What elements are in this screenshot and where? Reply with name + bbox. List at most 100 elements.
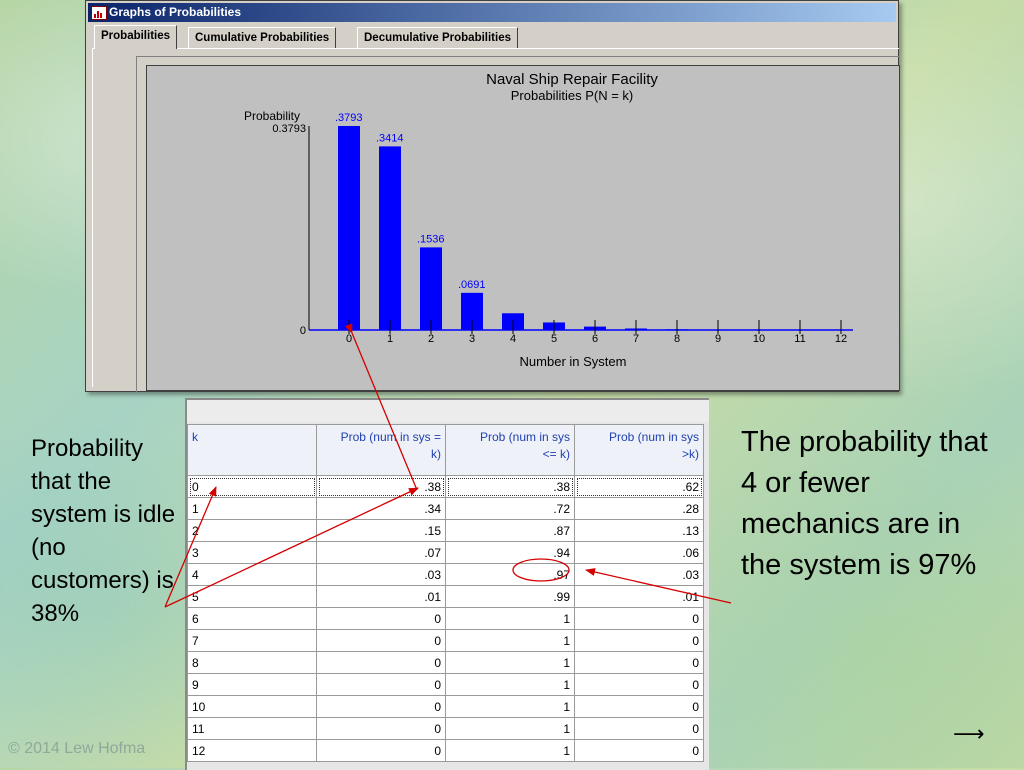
row-k-cell[interactable]: 11 bbox=[187, 717, 317, 740]
table-row[interactable]: 9010 bbox=[187, 673, 704, 696]
x-tick-label: 5 bbox=[551, 333, 557, 345]
row-prob-cell[interactable]: 0 bbox=[316, 673, 446, 696]
row-prob-cell[interactable]: .99 bbox=[445, 585, 575, 608]
row-prob-cell[interactable]: 0 bbox=[316, 739, 446, 762]
row-prob-cell[interactable]: .13 bbox=[574, 519, 704, 542]
row-prob-cell[interactable]: 0 bbox=[316, 717, 446, 740]
row-k-cell[interactable]: 7 bbox=[187, 629, 317, 652]
row-prob-cell[interactable]: 0 bbox=[574, 673, 704, 696]
row-prob-cell[interactable]: 0 bbox=[316, 695, 446, 718]
table-row[interactable]: 7010 bbox=[187, 629, 704, 652]
row-k-cell[interactable]: 0 bbox=[187, 475, 317, 498]
bar-k-1 bbox=[379, 146, 401, 330]
row-prob-cell[interactable]: .01 bbox=[574, 585, 704, 608]
chart-subtitle: Probabilities P(N = k) bbox=[511, 88, 633, 103]
header-prob-cumulative[interactable]: Prob (num in sys <= k) bbox=[445, 424, 575, 476]
table-header-row: k Prob (num in sys = k) Prob (num in sys <… bbox=[187, 424, 704, 476]
window-title: Graphs of Probabilities bbox=[109, 5, 242, 19]
row-prob-cell[interactable]: 1 bbox=[445, 629, 575, 652]
table-toolbar-strip bbox=[187, 400, 709, 422]
row-k-cell[interactable]: 12 bbox=[187, 739, 317, 762]
row-k-cell[interactable]: 5 bbox=[187, 585, 317, 608]
chart-title: Naval Ship Repair Facility bbox=[486, 71, 658, 88]
row-prob-cell[interactable]: 0 bbox=[316, 651, 446, 674]
table-row[interactable]: 2.15.87.13 bbox=[187, 519, 704, 542]
probability-table-panel: k Prob (num in sys = k) Prob (num in sys <… bbox=[185, 398, 709, 770]
header-k[interactable]: k bbox=[187, 424, 317, 476]
tab-probabilities[interactable]: Probabilities bbox=[94, 25, 178, 49]
table-row[interactable]: 5.01.99.01 bbox=[187, 585, 704, 608]
graphs-window: Graphs of Probabilities Probabilities Cu… bbox=[85, 0, 900, 392]
bars-group: 0 .3793 1 .3414 2 .1536 3 .0691 4 5 6 7 8 9 10 11 12 bbox=[335, 112, 852, 345]
tab-cumulative-probabilities[interactable]: Cumulative Probabilities bbox=[188, 27, 337, 48]
row-prob-cell[interactable]: 1 bbox=[445, 695, 575, 718]
row-prob-cell[interactable]: 0 bbox=[574, 651, 704, 674]
bar-data-label: .3414 bbox=[376, 132, 404, 144]
row-prob-cell[interactable]: .97 bbox=[445, 563, 575, 586]
row-prob-cell[interactable]: .94 bbox=[445, 541, 575, 564]
x-tick-label: 9 bbox=[715, 333, 721, 345]
row-prob-cell[interactable]: .34 bbox=[316, 497, 446, 520]
row-k-cell[interactable]: 10 bbox=[187, 695, 317, 718]
row-k-cell[interactable]: 4 bbox=[187, 563, 317, 586]
probability-table: k Prob (num in sys = k) Prob (num in sys <… bbox=[187, 424, 704, 762]
row-prob-cell[interactable]: .28 bbox=[574, 497, 704, 520]
row-prob-cell[interactable]: 1 bbox=[445, 673, 575, 696]
table-row[interactable]: 6010 bbox=[187, 607, 704, 630]
row-prob-cell[interactable]: .01 bbox=[316, 585, 446, 608]
annotation-cumulative-probability: The probability that 4 or fewer mechanic… bbox=[741, 426, 988, 581]
x-tick-label: 8 bbox=[674, 333, 680, 345]
row-k-cell[interactable]: 1 bbox=[187, 497, 317, 520]
x-tick-label: 2 bbox=[428, 333, 434, 345]
table-row[interactable]: 4.03.97.03 bbox=[187, 563, 704, 586]
next-slide-arrow-icon[interactable]: ⟶ bbox=[953, 722, 985, 747]
table-row[interactable]: 0.38.38.62 bbox=[187, 475, 704, 498]
row-k-cell[interactable]: 6 bbox=[187, 607, 317, 630]
row-prob-cell[interactable]: 0 bbox=[574, 695, 704, 718]
row-k-cell[interactable]: 2 bbox=[187, 519, 317, 542]
bar-data-label: .3793 bbox=[335, 112, 363, 124]
table-row[interactable]: 10 0 1 0 bbox=[187, 695, 704, 718]
row-prob-cell[interactable]: 1 bbox=[445, 717, 575, 740]
y-min-tick-label: 0 bbox=[300, 325, 306, 337]
row-prob-cell[interactable]: .15 bbox=[316, 519, 446, 542]
table-row[interactable]: 8010 bbox=[187, 651, 704, 674]
title-bar[interactable]: Graphs of Probabilities bbox=[88, 3, 896, 22]
row-prob-cell[interactable]: 1 bbox=[445, 739, 575, 762]
table-row[interactable]: 1.34.72.28 bbox=[187, 497, 704, 520]
row-prob-cell[interactable]: .06 bbox=[574, 541, 704, 564]
row-k-cell[interactable]: 8 bbox=[187, 651, 317, 674]
row-prob-cell[interactable]: 0 bbox=[316, 629, 446, 652]
row-prob-cell[interactable]: 0 bbox=[574, 607, 704, 630]
row-k-cell[interactable]: 3 bbox=[187, 541, 317, 564]
row-prob-cell[interactable]: .38 bbox=[445, 475, 575, 498]
row-prob-cell[interactable]: 1 bbox=[445, 607, 575, 630]
row-prob-cell[interactable]: 0 bbox=[574, 629, 704, 652]
row-prob-cell[interactable]: .03 bbox=[574, 563, 704, 586]
row-prob-cell[interactable]: 0 bbox=[316, 607, 446, 630]
table-row[interactable]: 11 0 1 0 bbox=[187, 717, 704, 740]
row-prob-cell[interactable]: 1 bbox=[445, 651, 575, 674]
chart-app-icon bbox=[91, 6, 107, 20]
row-prob-cell[interactable]: 0 bbox=[574, 739, 704, 762]
x-tick-label: 10 bbox=[753, 333, 765, 345]
table-row[interactable]: 3.07.94.06 bbox=[187, 541, 704, 564]
header-prob-equal[interactable]: Prob (num in sys = k) bbox=[316, 424, 446, 476]
row-prob-cell[interactable]: .03 bbox=[316, 563, 446, 586]
tab-decumulative-probabilities[interactable]: Decumulative Probabilities bbox=[357, 27, 518, 48]
table-row[interactable]: 12 0 1 0 bbox=[187, 739, 704, 762]
row-prob-cell[interactable]: 0 bbox=[574, 717, 704, 740]
bar-data-label: .1536 bbox=[417, 233, 445, 245]
row-prob-cell[interactable]: .72 bbox=[445, 497, 575, 520]
x-tick-label: 6 bbox=[592, 333, 598, 345]
x-tick-label: 0 bbox=[346, 333, 352, 345]
x-axis-label: Number in System bbox=[520, 354, 627, 369]
header-prob-decumulative[interactable]: Prob (num in sys >k) bbox=[574, 424, 704, 476]
y-max-tick-label: 0.3793 bbox=[272, 123, 306, 135]
row-prob-cell[interactable]: .87 bbox=[445, 519, 575, 542]
row-k-cell[interactable]: 9 bbox=[187, 673, 317, 696]
row-prob-cell[interactable]: .07 bbox=[316, 541, 446, 564]
bar-k-0 bbox=[338, 126, 360, 330]
row-prob-cell[interactable]: .62 bbox=[574, 475, 704, 498]
row-prob-cell[interactable]: .38 bbox=[316, 475, 446, 498]
